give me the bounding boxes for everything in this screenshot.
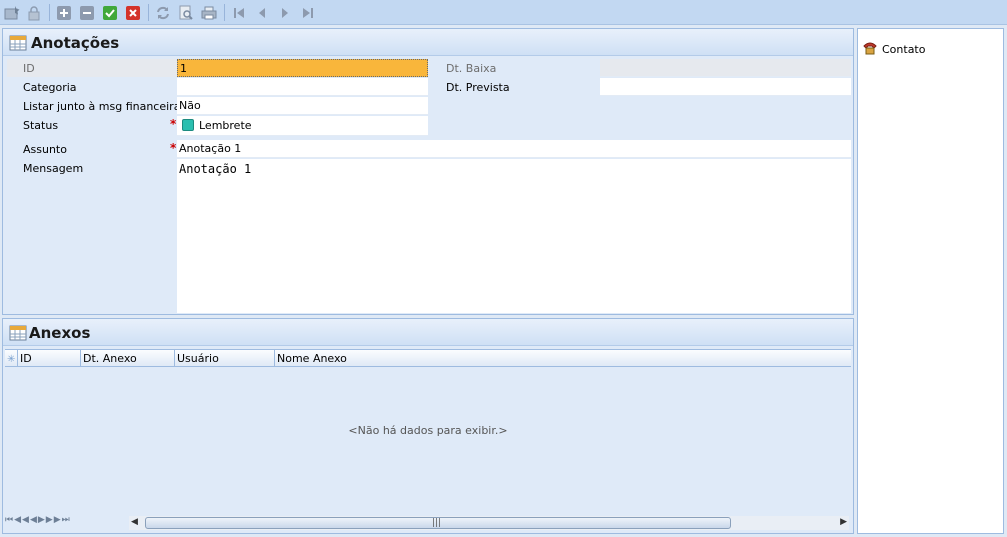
nav-next-page-icon[interactable]: ▶▶ xyxy=(46,515,62,525)
scroll-right-icon[interactable]: ▶ xyxy=(840,517,847,527)
status-value: Lembrete xyxy=(199,119,252,132)
add-icon[interactable] xyxy=(55,4,73,21)
lock-icon[interactable] xyxy=(25,4,43,21)
refresh-icon[interactable] xyxy=(154,4,172,21)
phone-icon xyxy=(862,40,878,59)
horizontal-scrollbar[interactable]: ◀ ||| ▶ xyxy=(129,516,849,530)
dt-baixa-field[interactable] xyxy=(600,59,851,77)
col-dt-anexo[interactable]: Dt. Anexo xyxy=(81,350,175,367)
anexos-title: Anexos xyxy=(29,324,91,342)
new-record-icon[interactable] xyxy=(3,4,21,21)
prev-icon[interactable] xyxy=(253,4,271,21)
cancel-icon[interactable] xyxy=(124,4,142,21)
categoria-field[interactable] xyxy=(177,78,428,96)
status-color-icon xyxy=(182,119,194,131)
id-field[interactable]: 1 xyxy=(177,59,428,77)
status-required-mark: * xyxy=(170,117,177,131)
nav-first-icon[interactable]: ⏮ xyxy=(5,515,14,525)
contato-label: Contato xyxy=(882,42,926,56)
status-field[interactable]: Lembrete xyxy=(177,116,428,136)
table-icon xyxy=(9,324,27,344)
nav-prev-icon[interactable]: ◀ xyxy=(30,515,38,525)
categoria-label: Categoria xyxy=(23,81,77,94)
status-label: Status xyxy=(23,119,59,132)
dt-baixa-label: Dt. Baixa xyxy=(446,62,497,75)
col-id[interactable]: ID xyxy=(18,350,81,367)
listar-field[interactable]: Não xyxy=(177,97,428,115)
assunto-required-mark: * xyxy=(170,141,177,155)
empty-message: <Não há dados para exibir.> xyxy=(348,424,508,437)
record-navigator: ⏮◀◀◀▶▶▶⏭ xyxy=(5,515,125,529)
anexos-panel: Anexos ✳ ID Dt. Anexo Usuário Nome Anexo… xyxy=(2,318,854,534)
anotacoes-title: Anotações xyxy=(31,34,120,52)
anexos-grid-header: ✳ ID Dt. Anexo Usuário Nome Anexo xyxy=(5,349,851,367)
side-panel: Contato xyxy=(857,28,1004,534)
toolbar xyxy=(0,0,1007,25)
anotacoes-panel: Anotações ID 1 Dt. Baixa Categoria Dt. P… xyxy=(2,28,854,315)
last-icon[interactable] xyxy=(299,4,317,21)
assunto-label: Assunto xyxy=(23,143,67,156)
nav-last-icon[interactable]: ⏭ xyxy=(62,515,71,525)
anotacoes-header: Anotações xyxy=(3,29,853,56)
print-icon[interactable] xyxy=(200,4,218,21)
table-icon xyxy=(9,34,27,54)
dt-prevista-label: Dt. Prevista xyxy=(446,81,510,94)
scroll-left-icon[interactable]: ◀ xyxy=(131,517,138,527)
id-label: ID xyxy=(23,62,35,75)
nav-next-icon[interactable]: ▶ xyxy=(38,515,46,525)
col-nome-anexo[interactable]: Nome Anexo xyxy=(275,350,851,367)
anexos-header: Anexos xyxy=(3,319,853,346)
new-row-icon[interactable]: ✳ xyxy=(5,350,18,367)
mensagem-label: Mensagem xyxy=(23,162,84,175)
scroll-thumb[interactable]: ||| xyxy=(145,517,731,529)
col-usuario[interactable]: Usuário xyxy=(175,350,275,367)
first-icon[interactable] xyxy=(230,4,248,21)
remove-icon[interactable] xyxy=(78,4,96,21)
dt-prevista-field[interactable] xyxy=(600,78,851,96)
confirm-icon[interactable] xyxy=(101,4,119,21)
contato-item[interactable]: Contato xyxy=(862,40,925,58)
next-icon[interactable] xyxy=(276,4,294,21)
assunto-field[interactable]: Anotação 1 xyxy=(177,140,851,158)
preview-icon[interactable] xyxy=(177,4,195,21)
nav-prev-page-icon[interactable]: ◀◀ xyxy=(14,515,30,525)
mensagem-field[interactable]: Anotação 1 xyxy=(177,159,851,313)
listar-label: Listar junto à msg financeira xyxy=(23,100,181,113)
